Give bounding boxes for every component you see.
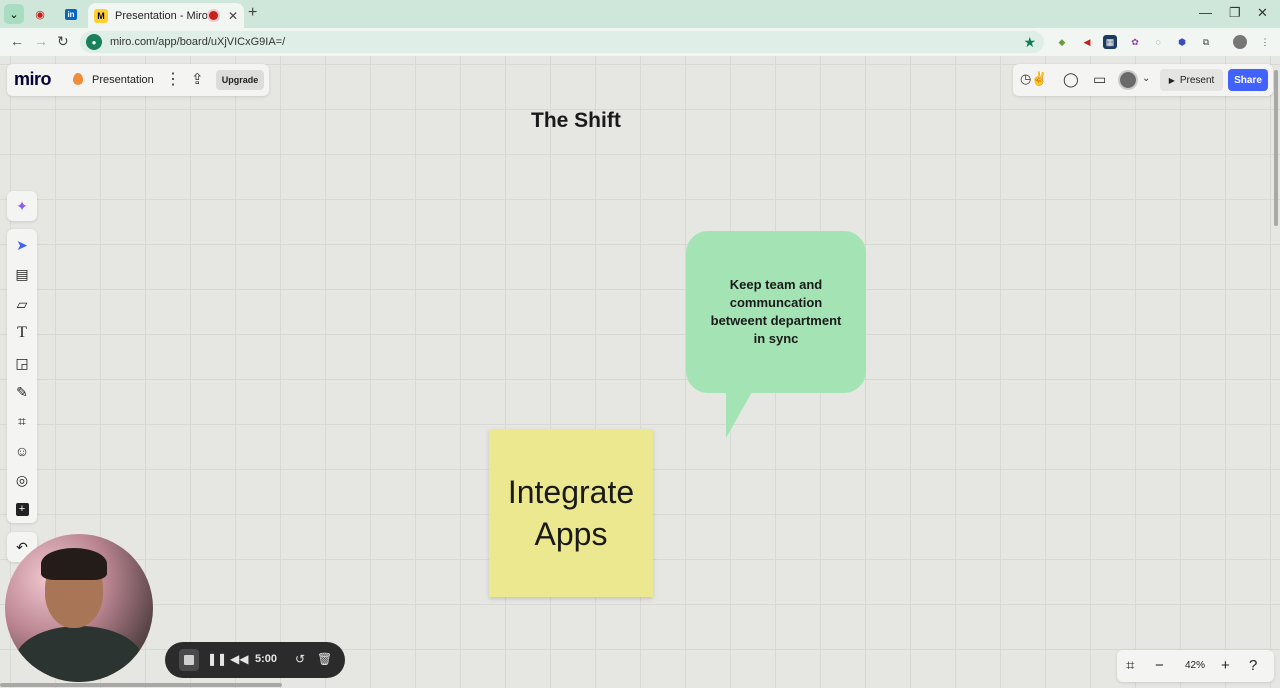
delete-recording-icon[interactable]: 🗑 [317, 652, 332, 666]
more-tools-icon[interactable]: + [7, 496, 37, 522]
megaphone-icon[interactable]: ◀ [1080, 35, 1094, 49]
webcam-person-hair [41, 548, 107, 580]
address-bar[interactable]: ● miro.com/app/board/uXjVICxG9IA=/ ★ [80, 31, 1044, 53]
minimize-icon[interactable]: — [1199, 5, 1212, 20]
zoom-controls: ⌗ − 42% + ? [1117, 650, 1274, 682]
recording-indicator-icon [208, 11, 218, 20]
back-icon[interactable]: ← [10, 33, 24, 49]
help-icon[interactable]: ? [1249, 657, 1257, 674]
board-name[interactable]: Presentation [92, 74, 154, 86]
sticky-note-icon[interactable]: ▱ [7, 291, 37, 317]
reload-icon[interactable]: ↻ [57, 33, 69, 50]
bookmark-star-icon[interactable]: ★ [1023, 34, 1036, 51]
miro-logo[interactable]: miro [14, 69, 52, 90]
tab-title: Presentation - Miro [115, 9, 208, 22]
site-info-icon[interactable]: ● [86, 34, 102, 50]
active-tab[interactable]: M Presentation - Miro ✕ [88, 3, 244, 28]
speech-bubble-tail [726, 392, 752, 438]
chevron-down-icon[interactable]: ⌄ [1142, 73, 1150, 84]
shapes-icon[interactable]: ◲ [7, 350, 37, 376]
gem-icon[interactable]: ◆ [1055, 35, 1069, 49]
record-tab-icon[interactable]: ◉ [30, 4, 50, 24]
zoom-out-icon[interactable]: − [1155, 657, 1164, 674]
tab-menu-icon[interactable]: ⌄ [4, 4, 24, 24]
fit-screen-icon[interactable]: ⌗ [1126, 657, 1134, 674]
board-header-panel: miro Presentation ⋮ ⇪ Upgrade [7, 64, 269, 96]
emoji-reactions-icon[interactable]: ◷✌ [1020, 71, 1048, 87]
restore-icon[interactable]: ❐ [1229, 5, 1241, 21]
stickers-icon[interactable]: ☺ [7, 438, 37, 464]
webcam-overlay [5, 534, 153, 682]
profile-icon[interactable] [1233, 35, 1247, 49]
stop-recording-button[interactable] [179, 649, 199, 671]
frame-icon[interactable]: ⌗ [7, 408, 37, 434]
url-text: miro.com/app/board/uXjVICxG9IA=/ [110, 36, 286, 48]
linkedin-icon[interactable]: in [61, 4, 81, 24]
zoom-level[interactable]: 42% [1185, 660, 1205, 671]
board-canvas[interactable]: miro Presentation ⋮ ⇪ Upgrade ◷✌ ◯ ▭ ⌄ ▶… [0, 56, 1280, 688]
creation-toolbar: ➤ ▤ ▱ T ◲ ✎ ⌗ ☺ ◎ + [7, 229, 37, 523]
export-icon[interactable]: ⇪ [191, 70, 204, 88]
restart-icon[interactable]: ↺ [295, 652, 305, 666]
stop-icon [184, 655, 194, 665]
recording-timer: 5:00 [255, 653, 278, 665]
board-icon [73, 73, 83, 85]
speech-bubble[interactable]: Keep team and communcation betweent depa… [686, 231, 866, 393]
miro-logo-icon: M [94, 8, 108, 23]
board-menu-icon[interactable]: ⋮ [165, 69, 181, 89]
ai-sparkle-icon[interactable]: ✦ [7, 193, 37, 219]
shield-icon[interactable]: ⬢ [1175, 35, 1189, 49]
browser-menu-icon[interactable]: ⋮ [1258, 35, 1272, 49]
board-title[interactable]: The Shift [531, 109, 621, 133]
share-button[interactable]: Share [1228, 69, 1268, 91]
recorder-controls: ❚❚ ◀◀ 5:00 ↺ 🗑 [165, 642, 345, 678]
webcam-person-body [15, 626, 143, 682]
play-icon: ▶ [1168, 75, 1175, 85]
browser-tabstrip: ⌄ ◉ in M Presentation - Miro ✕ + — ❐ ✕ [0, 0, 1280, 28]
puzzle-icon[interactable]: ⧉ [1199, 35, 1213, 49]
present-label: Present [1179, 74, 1215, 86]
templates-icon[interactable]: ▤ [7, 261, 37, 287]
video-call-icon[interactable]: ▭ [1093, 71, 1106, 88]
forward-icon[interactable]: → [34, 33, 48, 49]
pen-icon[interactable]: ✎ [7, 379, 37, 405]
zoom-in-icon[interactable]: + [1221, 657, 1230, 674]
new-tab-button[interactable]: + [248, 4, 257, 22]
text-icon[interactable]: T [7, 320, 37, 346]
rewind-icon[interactable]: ◀◀ [230, 652, 248, 666]
chat-icon[interactable]: ◯ [1063, 71, 1079, 88]
qr-icon[interactable]: ▦ [1103, 35, 1117, 49]
upgrade-button[interactable]: Upgrade [216, 70, 264, 90]
pause-icon[interactable]: ❚❚ [207, 652, 227, 666]
present-button[interactable]: ▶ Present [1160, 69, 1223, 91]
ai-panel: ✦ [7, 191, 37, 221]
horizontal-scrollbar[interactable] [0, 683, 282, 687]
close-window-icon[interactable]: ✕ [1257, 5, 1268, 21]
vertical-scrollbar[interactable] [1274, 70, 1278, 226]
select-icon[interactable]: ➤ [7, 232, 37, 258]
circle-icon[interactable]: ◌ [1151, 35, 1165, 49]
avatar[interactable] [1118, 70, 1138, 90]
browser-toolbar: ← → ↻ ● miro.com/app/board/uXjVICxG9IA=/… [0, 28, 1280, 56]
sticky-note[interactable]: Integrate Apps [489, 429, 653, 597]
collab-panel: ◷✌ ◯ ▭ ⌄ ▶ Present Share [1013, 64, 1273, 96]
badge-icon[interactable]: ✿ [1128, 35, 1142, 49]
close-tab-icon[interactable]: ✕ [228, 9, 238, 23]
comment-icon[interactable]: ◎ [7, 467, 37, 493]
